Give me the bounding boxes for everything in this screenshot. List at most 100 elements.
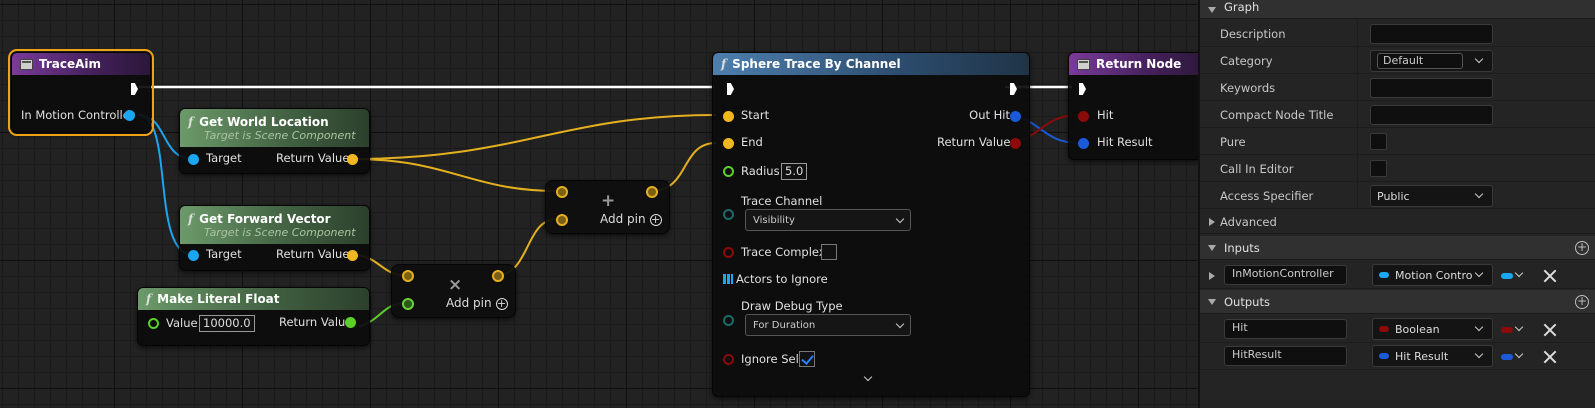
actors-to-ignore-array-icon[interactable] [723, 274, 733, 284]
draw-debug-type-dropdown[interactable]: For Duration [745, 314, 911, 336]
call-in-editor-label: Call In Editor [1220, 162, 1294, 176]
end-label: End [741, 135, 763, 149]
multiply-input-a-pin[interactable] [402, 270, 414, 282]
advanced-row[interactable]: Advanced [1200, 209, 1595, 234]
return-value-pin[interactable] [345, 317, 356, 328]
chevron-down-icon [1474, 349, 1484, 359]
output-type-value: Hit Result [1395, 349, 1449, 363]
output-name-field[interactable]: Hit [1224, 319, 1347, 339]
outputs-section-header[interactable]: Outputs + [1200, 290, 1595, 314]
chevron-down-icon[interactable] [1514, 322, 1524, 332]
access-specifier-value: Public [1377, 189, 1410, 203]
multiply-symbol: × [448, 275, 463, 295]
add-node[interactable]: + Add pin + [545, 180, 670, 234]
output-name-field[interactable]: HitResult [1224, 346, 1347, 366]
input-name-field[interactable]: InMotionController [1224, 265, 1347, 285]
get-world-location-node[interactable]: f Get World Location Target is Scene Comp… [179, 108, 370, 174]
remove-output-icon[interactable] [1543, 323, 1557, 337]
in-motion-controller-label: In Motion Controller [21, 108, 135, 122]
get-forward-vector-node[interactable]: f Get Forward Vector Target is Scene Comp… [179, 205, 370, 271]
blueprint-graph[interactable]: TraceAim In Motion Controller f Get World… [0, 0, 1198, 408]
remove-output-icon[interactable] [1543, 350, 1557, 364]
radius-input[interactable]: 5.0 [781, 163, 808, 180]
out-hit-label: Out Hit [969, 108, 1010, 122]
trace-complex-checkbox[interactable] [821, 244, 837, 260]
pure-checkbox[interactable] [1370, 133, 1387, 150]
trace-channel-dropdown[interactable]: Visibility [745, 209, 911, 231]
call-in-editor-checkbox[interactable] [1370, 160, 1387, 177]
trace-aim-node[interactable]: TraceAim In Motion Controller [8, 49, 154, 136]
value-input[interactable]: 10000.0 [199, 315, 255, 332]
target-pin[interactable] [188, 154, 199, 165]
chevron-down-icon [1474, 322, 1484, 332]
add-output-icon[interactable]: + [1575, 295, 1589, 309]
add-output-pin[interactable] [646, 186, 658, 198]
pin-type-icon[interactable] [1501, 273, 1513, 279]
ignore-self-checkbox[interactable] [799, 351, 815, 367]
category-dropdown[interactable]: Default [1370, 50, 1493, 72]
pure-label: Pure [1220, 135, 1246, 149]
input-type-dropdown[interactable]: Motion Contro [1372, 264, 1493, 286]
input-row: InMotionController Motion Contro [1200, 262, 1595, 289]
advanced-label: Advanced [1220, 215, 1277, 229]
return-value-label: Return Value [937, 135, 1011, 149]
output-type-dropdown[interactable]: Hit Result [1372, 345, 1493, 367]
keywords-input[interactable] [1370, 78, 1493, 98]
value-pin[interactable] [148, 318, 159, 329]
end-pin[interactable] [723, 138, 734, 149]
return-node-header: Return Node [1069, 53, 1198, 75]
add-input-a-pin[interactable] [556, 186, 568, 198]
return-value-label: Return Value [279, 315, 353, 329]
output-type-dropdown[interactable]: Boolean [1372, 318, 1493, 340]
chevron-down-icon [1474, 54, 1484, 64]
return-value-pin[interactable] [1010, 138, 1021, 149]
remove-input-icon[interactable] [1543, 269, 1557, 283]
add-add-pin-button[interactable]: Add pin + [600, 212, 662, 226]
start-pin[interactable] [723, 111, 734, 122]
multiply-node[interactable]: × Add pin + [391, 264, 516, 318]
return-value-pin[interactable] [347, 154, 358, 165]
multiply-add-pin-button[interactable]: Add pin + [446, 296, 508, 310]
chevron-down-icon[interactable] [1514, 349, 1524, 359]
target-pin[interactable] [188, 250, 199, 261]
wire-world-start [351, 114, 717, 160]
expand-arrow-icon[interactable] [1209, 272, 1215, 280]
description-input[interactable] [1370, 24, 1493, 44]
trace-channel-pin[interactable] [723, 209, 734, 220]
get-world-location-subtitle: Target is Scene Component [204, 128, 356, 142]
ignore-self-pin[interactable] [723, 354, 734, 365]
pin-type-icon[interactable] [1501, 327, 1513, 333]
in-motion-controller-pin[interactable] [124, 110, 135, 121]
hit-pin[interactable] [1078, 111, 1089, 122]
trace-complex-pin[interactable] [723, 247, 734, 258]
add-pin-label: Add pin [446, 296, 492, 310]
radius-pin[interactable] [723, 166, 734, 177]
input-type-value: Motion Contro [1395, 268, 1473, 282]
hit-result-pin[interactable] [1078, 138, 1089, 149]
graph-section-header[interactable]: Graph [1200, 0, 1595, 19]
draw-debug-type-pin[interactable] [723, 315, 734, 326]
return-value-pin[interactable] [347, 250, 358, 261]
multiply-output-pin[interactable] [492, 270, 504, 282]
graph-section-label: Graph [1224, 0, 1260, 14]
hit-label: Hit [1097, 108, 1114, 122]
sphere-trace-by-channel-node[interactable]: f Sphere Trace By Channel Start End Radiu… [712, 52, 1030, 397]
compact-node-title-input[interactable] [1370, 105, 1493, 125]
add-input-icon[interactable]: + [1575, 241, 1589, 255]
add-symbol: + [601, 191, 616, 211]
chevron-down-icon[interactable] [1514, 268, 1524, 278]
access-specifier-dropdown[interactable]: Public [1370, 185, 1493, 207]
inputs-section-header[interactable]: Inputs + [1200, 236, 1595, 260]
type-color-swatch [1379, 353, 1389, 359]
add-input-b-pin[interactable] [556, 214, 568, 226]
return-node[interactable]: Return Node Hit Hit Result [1068, 52, 1198, 160]
multiply-input-b-pin[interactable] [402, 298, 414, 310]
make-literal-float-node[interactable]: f Make Literal Float Value 10000.0 Return… [137, 287, 370, 346]
return-node-title: Return Node [1096, 57, 1182, 71]
keywords-row: Keywords [1200, 74, 1595, 101]
pin-type-icon[interactable] [1501, 354, 1513, 360]
sphere-trace-header: f Sphere Trace By Channel [713, 53, 1029, 75]
trace-aim-title: TraceAim [39, 57, 102, 71]
out-hit-pin[interactable] [1010, 111, 1021, 122]
expand-chevron-icon[interactable] [863, 372, 873, 382]
